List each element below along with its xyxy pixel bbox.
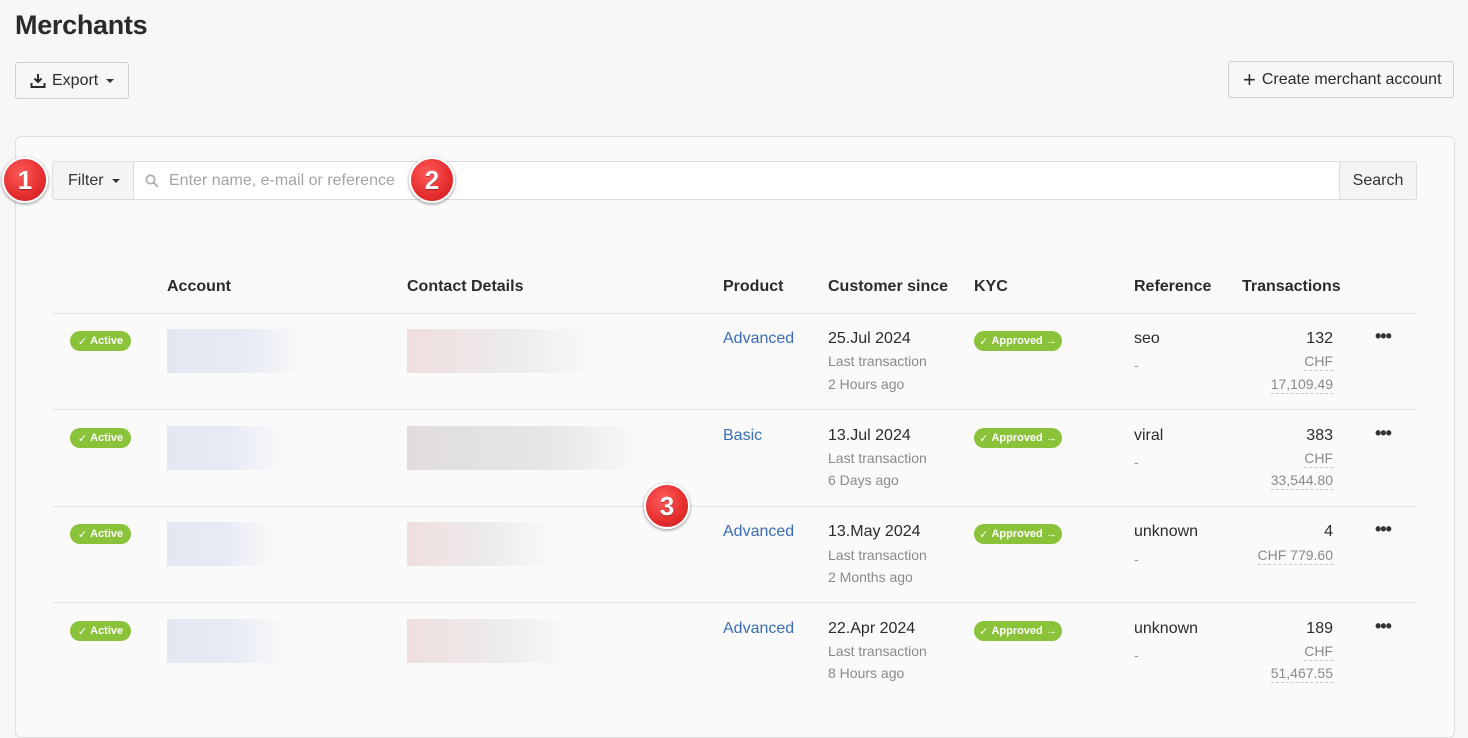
row-divider	[52, 602, 1417, 603]
column-header-customer-since[interactable]: Customer since	[828, 278, 948, 296]
annotation-marker-2: 2	[409, 157, 455, 203]
account-name-redacted[interactable]	[167, 426, 287, 470]
contact-details-redacted	[407, 522, 559, 566]
column-header-account[interactable]: Account	[167, 278, 231, 296]
customer-since-date: 13.May 2024	[828, 523, 921, 540]
account-name-redacted[interactable]	[167, 329, 309, 373]
check-icon: ✓	[979, 432, 992, 445]
transaction-amount: CHF 779.60	[1257, 547, 1333, 565]
reference-value: unknown	[1134, 523, 1199, 540]
reference-sub: -	[1134, 357, 1139, 373]
status-badge: ✓ Active	[70, 524, 131, 544]
reference-sub: -	[1134, 454, 1139, 470]
reference-sub: -	[1134, 551, 1139, 567]
last-transaction-ago: 2 Months ago	[828, 569, 913, 585]
transaction-currency: CHF	[1304, 353, 1333, 371]
plus-icon: +	[1243, 66, 1256, 92]
transaction-count: 4	[1324, 523, 1333, 540]
product-link[interactable]: Advanced	[723, 330, 794, 348]
transaction-amount: 51,467.55	[1270, 665, 1333, 683]
create-merchant-label: Create merchant account	[1261, 70, 1442, 88]
kyc-badge[interactable]: ✓ Approved →	[974, 524, 1062, 544]
column-header-contact[interactable]: Contact Details	[407, 278, 523, 296]
transaction-count: 132	[1306, 330, 1333, 347]
column-header-kyc[interactable]: KYC	[974, 278, 1008, 296]
contact-details-redacted	[407, 426, 642, 470]
annotation-marker-3: 3	[644, 483, 690, 529]
download-icon	[30, 73, 46, 88]
export-label: Export	[52, 71, 99, 89]
customer-since-date: 25.Jul 2024	[828, 330, 911, 347]
search-field[interactable]	[133, 161, 1340, 200]
product-link[interactable]: Advanced	[723, 620, 794, 638]
product-link[interactable]: Advanced	[723, 523, 794, 541]
ellipsis-icon[interactable]: •••	[1375, 423, 1392, 444]
check-icon: ✓	[979, 528, 992, 541]
row-divider	[52, 409, 1417, 410]
chevron-down-icon	[106, 78, 115, 83]
arrow-right-icon: →	[1042, 528, 1057, 540]
contact-details-redacted	[407, 329, 602, 373]
kyc-badge[interactable]: ✓ Approved →	[974, 331, 1062, 351]
check-icon: ✓	[77, 432, 91, 445]
annotation-marker-1: 1	[2, 157, 48, 203]
last-transaction-ago: 2 Hours ago	[828, 376, 905, 392]
reference-value: seo	[1134, 330, 1160, 347]
ellipsis-icon[interactable]: •••	[1375, 616, 1392, 637]
transaction-amount: 17,109.49	[1270, 376, 1333, 394]
arrow-right-icon: →	[1042, 335, 1057, 347]
check-icon: ✓	[979, 335, 992, 348]
last-transaction-ago: 6 Days ago	[828, 472, 899, 488]
create-merchant-button[interactable]: + Create merchant account	[1228, 61, 1454, 98]
page-title: Merchants	[15, 10, 148, 40]
account-name-redacted[interactable]	[167, 619, 287, 663]
last-transaction-label: Last transaction	[828, 450, 927, 466]
kyc-badge[interactable]: ✓ Approved →	[974, 428, 1062, 448]
customer-since-date: 13.Jul 2024	[828, 427, 911, 444]
reference-value: unknown	[1134, 620, 1199, 637]
status-badge: ✓ Active	[70, 621, 131, 641]
arrow-right-icon: →	[1042, 625, 1057, 637]
product-link[interactable]: Basic	[723, 427, 762, 445]
check-icon: ✓	[77, 335, 91, 348]
transaction-currency: CHF	[1304, 643, 1333, 661]
transaction-currency: CHF	[1304, 450, 1333, 468]
search-input[interactable]	[167, 170, 1271, 191]
customer-since-date: 22.Apr 2024	[828, 620, 916, 637]
check-icon: ✓	[77, 625, 91, 638]
filter-dropdown[interactable]: Filter	[52, 161, 134, 200]
last-transaction-label: Last transaction	[828, 353, 927, 369]
chevron-down-icon	[111, 178, 120, 183]
check-icon: ✓	[77, 528, 91, 541]
check-icon: ✓	[979, 625, 992, 638]
column-header-product[interactable]: Product	[723, 278, 783, 296]
contact-details-redacted	[407, 619, 577, 663]
filter-label: Filter	[68, 171, 104, 189]
reference-sub: -	[1134, 647, 1139, 663]
transaction-count: 383	[1306, 427, 1333, 444]
status-badge: ✓ Active	[70, 428, 131, 448]
kyc-badge[interactable]: ✓ Approved →	[974, 621, 1062, 641]
ellipsis-icon[interactable]: •••	[1375, 326, 1392, 347]
export-button[interactable]: Export	[15, 62, 129, 99]
search-button[interactable]: Search	[1339, 161, 1417, 200]
last-transaction-label: Last transaction	[828, 547, 927, 563]
arrow-right-icon: →	[1042, 432, 1057, 444]
column-header-reference[interactable]: Reference	[1134, 278, 1211, 296]
account-name-redacted[interactable]	[167, 522, 277, 566]
status-badge: ✓ Active	[70, 331, 131, 351]
search-icon	[145, 173, 159, 188]
last-transaction-label: Last transaction	[828, 643, 927, 659]
last-transaction-ago: 8 Hours ago	[828, 665, 905, 681]
row-divider	[52, 506, 1417, 507]
header-divider	[52, 313, 1417, 314]
reference-value: viral	[1134, 427, 1164, 444]
transaction-count: 189	[1306, 620, 1333, 637]
transaction-amount: 33,544.80	[1270, 472, 1333, 490]
column-header-transactions[interactable]: Transactions	[1242, 278, 1341, 296]
ellipsis-icon[interactable]: •••	[1375, 519, 1392, 540]
